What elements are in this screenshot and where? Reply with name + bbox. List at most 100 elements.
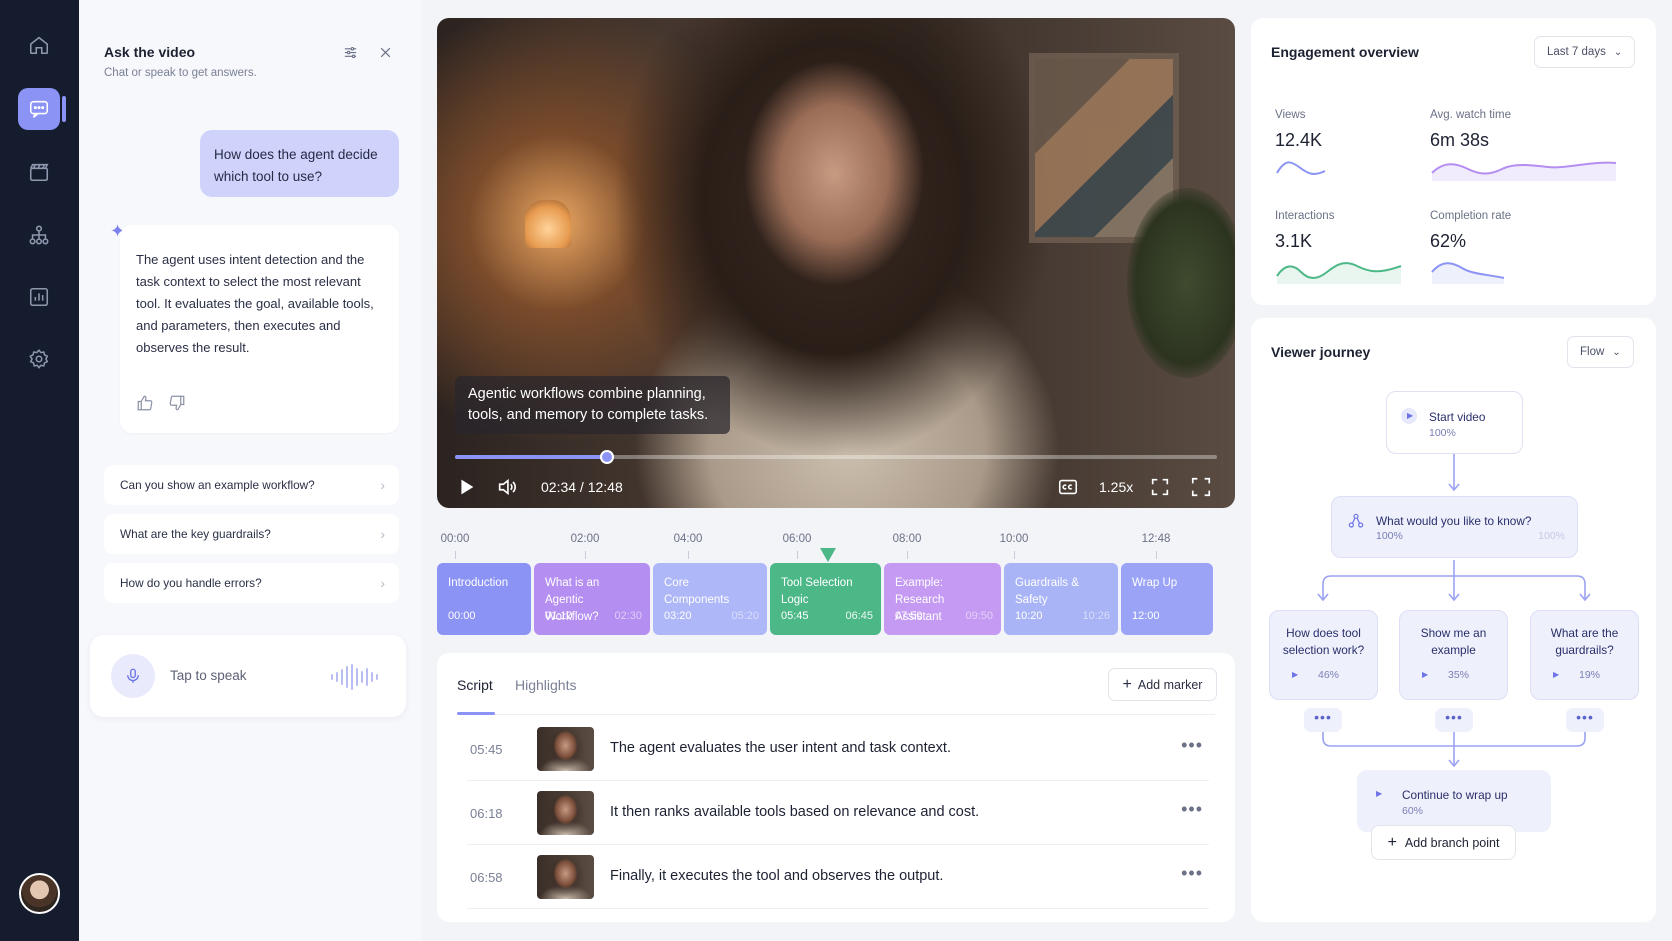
- suggestion-label: What are the key guardrails?: [120, 527, 271, 541]
- timeline-ruler: 00:00 02:00 04:00 06:00 08:00 10:00 12:48: [437, 533, 1235, 559]
- chapter-block[interactable]: What is an Agentic Workflow? 01:10 02:30: [534, 563, 650, 635]
- chat-subtitle: Chat or speak to get answers.: [104, 67, 257, 79]
- play-icon: ▶: [1553, 670, 1560, 679]
- chapter-block[interactable]: Introduction 00:00: [437, 563, 531, 635]
- video-player[interactable]: Agentic workflows combine planning, tool…: [437, 18, 1235, 508]
- chapter-block[interactable]: Tool Selection Logic 05:45 06:45: [770, 563, 881, 635]
- tab-script[interactable]: Script: [457, 677, 493, 693]
- nav-settings[interactable]: [18, 338, 60, 380]
- focus-icon: [1151, 478, 1169, 496]
- chapter-block[interactable]: Wrap Up 12:00: [1121, 563, 1213, 635]
- metric-label: Interactions: [1275, 210, 1335, 222]
- journey-branch-node[interactable]: Show me an example ▶ 35%: [1399, 610, 1508, 700]
- more-icon[interactable]: •••: [1181, 735, 1203, 756]
- hierarchy-icon: [29, 225, 49, 245]
- speak-label: Tap to speak: [170, 668, 247, 683]
- metric-value: 62%: [1430, 231, 1467, 251]
- nav-flows[interactable]: [18, 214, 60, 256]
- journey-branch-node[interactable]: What are the guardrails? ▶ 19%: [1530, 610, 1639, 700]
- suggestion-item[interactable]: Can you show an example workflow? ›: [104, 465, 399, 505]
- chapter-end: 09:50: [965, 610, 993, 622]
- journey-start-node[interactable]: ▶ Start video 100%: [1386, 391, 1523, 454]
- more-icon[interactable]: •••: [1181, 799, 1203, 820]
- video-scrubber[interactable]: [455, 450, 1217, 464]
- more-icon[interactable]: •••: [1181, 863, 1203, 884]
- home-icon: [29, 36, 49, 55]
- script-row-text: It then ranks available tools based on r…: [610, 804, 980, 820]
- microphone-button[interactable]: [111, 654, 155, 698]
- avatar[interactable]: [19, 873, 60, 914]
- chapter-block[interactable]: Guardrails & Safety 10:20 10:26: [1004, 563, 1118, 635]
- timeline-tick-mark: [907, 551, 908, 559]
- script-row[interactable]: 06:58 Finally, it executes the tool and …: [467, 845, 1209, 909]
- journey-node-pct: 100%: [1376, 530, 1403, 542]
- nav-home[interactable]: [18, 24, 60, 66]
- timeline-tick: 12:48: [1141, 533, 1171, 545]
- play-icon: [461, 479, 474, 495]
- speak-card[interactable]: Tap to speak: [90, 635, 406, 717]
- add-marker-label: Add marker: [1137, 677, 1203, 692]
- metric-label: Avg. watch time: [1430, 109, 1511, 121]
- nav-chat[interactable]: [18, 88, 66, 130]
- metric-value: 12.4K: [1275, 130, 1323, 150]
- add-branch-point-button[interactable]: + Add branch point: [1371, 825, 1516, 860]
- video-time: 02:34 / 12:48: [541, 479, 623, 495]
- ai-answer-card: The agent uses intent detection and the …: [120, 225, 399, 433]
- branch-more-button[interactable]: •••: [1304, 708, 1342, 732]
- play-button[interactable]: [455, 476, 477, 498]
- chapter-title: Tool Selection Logic: [781, 577, 853, 606]
- captions-button[interactable]: [1057, 476, 1079, 498]
- journey-continue-node[interactable]: ▶ Continue to wrap up 60%: [1357, 770, 1551, 832]
- journey-branch-node[interactable]: How does tool selection work? ▶ 46%: [1269, 610, 1378, 700]
- script-row[interactable]: 05:45 The agent evaluates the user inten…: [467, 717, 1209, 781]
- play-icon: ▶: [1292, 670, 1299, 679]
- close-icon[interactable]: [376, 43, 394, 61]
- user-message: How does the agent decide which tool to …: [200, 130, 399, 197]
- branch-more-button[interactable]: •••: [1566, 708, 1604, 732]
- ai-answer-text: The agent uses intent detection and the …: [136, 252, 374, 355]
- journey-node-label: Show me an example: [1420, 626, 1487, 657]
- microphone-icon: [127, 668, 139, 683]
- chapter-start: 07:50: [895, 610, 923, 622]
- clapperboard-icon: [29, 163, 49, 182]
- captions-icon: [1058, 479, 1078, 495]
- bar-chart-icon: [29, 287, 49, 307]
- script-row[interactable]: 06:18 It then ranks available tools base…: [467, 781, 1209, 845]
- filter-icon[interactable]: [341, 43, 359, 61]
- focus-button[interactable]: [1149, 476, 1171, 498]
- timeline-tick: 10:00: [999, 533, 1029, 545]
- chevron-down-icon: ⌄: [1613, 46, 1623, 58]
- chapter-title: Introduction: [448, 577, 509, 589]
- tab-divider: [457, 714, 1215, 715]
- branch-more-button[interactable]: •••: [1435, 708, 1473, 732]
- chat-icon: [29, 100, 49, 118]
- journey-node-label: How does tool selection work?: [1282, 626, 1365, 657]
- suggestion-item[interactable]: How do you handle errors? ›: [104, 563, 399, 603]
- metric-label: Completion rate: [1430, 210, 1512, 222]
- fullscreen-button[interactable]: [1190, 476, 1212, 498]
- timeline-tick: 00:00: [440, 533, 470, 545]
- journey-question-node[interactable]: What would you like to know? 100% 100%: [1331, 496, 1578, 558]
- chapter-block[interactable]: Example: Research Assistant 07:50 09:50: [884, 563, 1001, 635]
- journey-node-label: Continue to wrap up: [1402, 788, 1508, 802]
- timeline-playhead[interactable]: [820, 548, 836, 562]
- add-marker-button[interactable]: + Add marker: [1108, 668, 1217, 701]
- nav-media[interactable]: [18, 151, 60, 193]
- date-range-dropdown[interactable]: Last 7 days ⌄: [1534, 36, 1636, 68]
- completion-sparkline: [1431, 262, 1505, 284]
- metric-views: Views 12.4K: [1263, 95, 1399, 187]
- thumbs-up-icon[interactable]: [136, 394, 154, 412]
- volume-icon: [498, 478, 516, 496]
- thumbs-down-icon[interactable]: [168, 394, 186, 412]
- script-row-text: Finally, it executes the tool and observ…: [610, 868, 944, 884]
- tab-highlights[interactable]: Highlights: [515, 677, 576, 693]
- volume-button[interactable]: [496, 476, 518, 498]
- suggestion-item[interactable]: What are the key guardrails? ›: [104, 514, 399, 554]
- chapter-end: 02:30: [614, 610, 642, 622]
- metric-completion: Completion rate 62%: [1418, 196, 1554, 288]
- playback-speed[interactable]: 1.25x: [1099, 476, 1133, 498]
- plus-icon: +: [1122, 675, 1132, 693]
- nav-analytics[interactable]: [18, 276, 60, 318]
- scrubber-handle[interactable]: [600, 450, 614, 464]
- chapter-block[interactable]: Core Components 03:20 05:20: [653, 563, 767, 635]
